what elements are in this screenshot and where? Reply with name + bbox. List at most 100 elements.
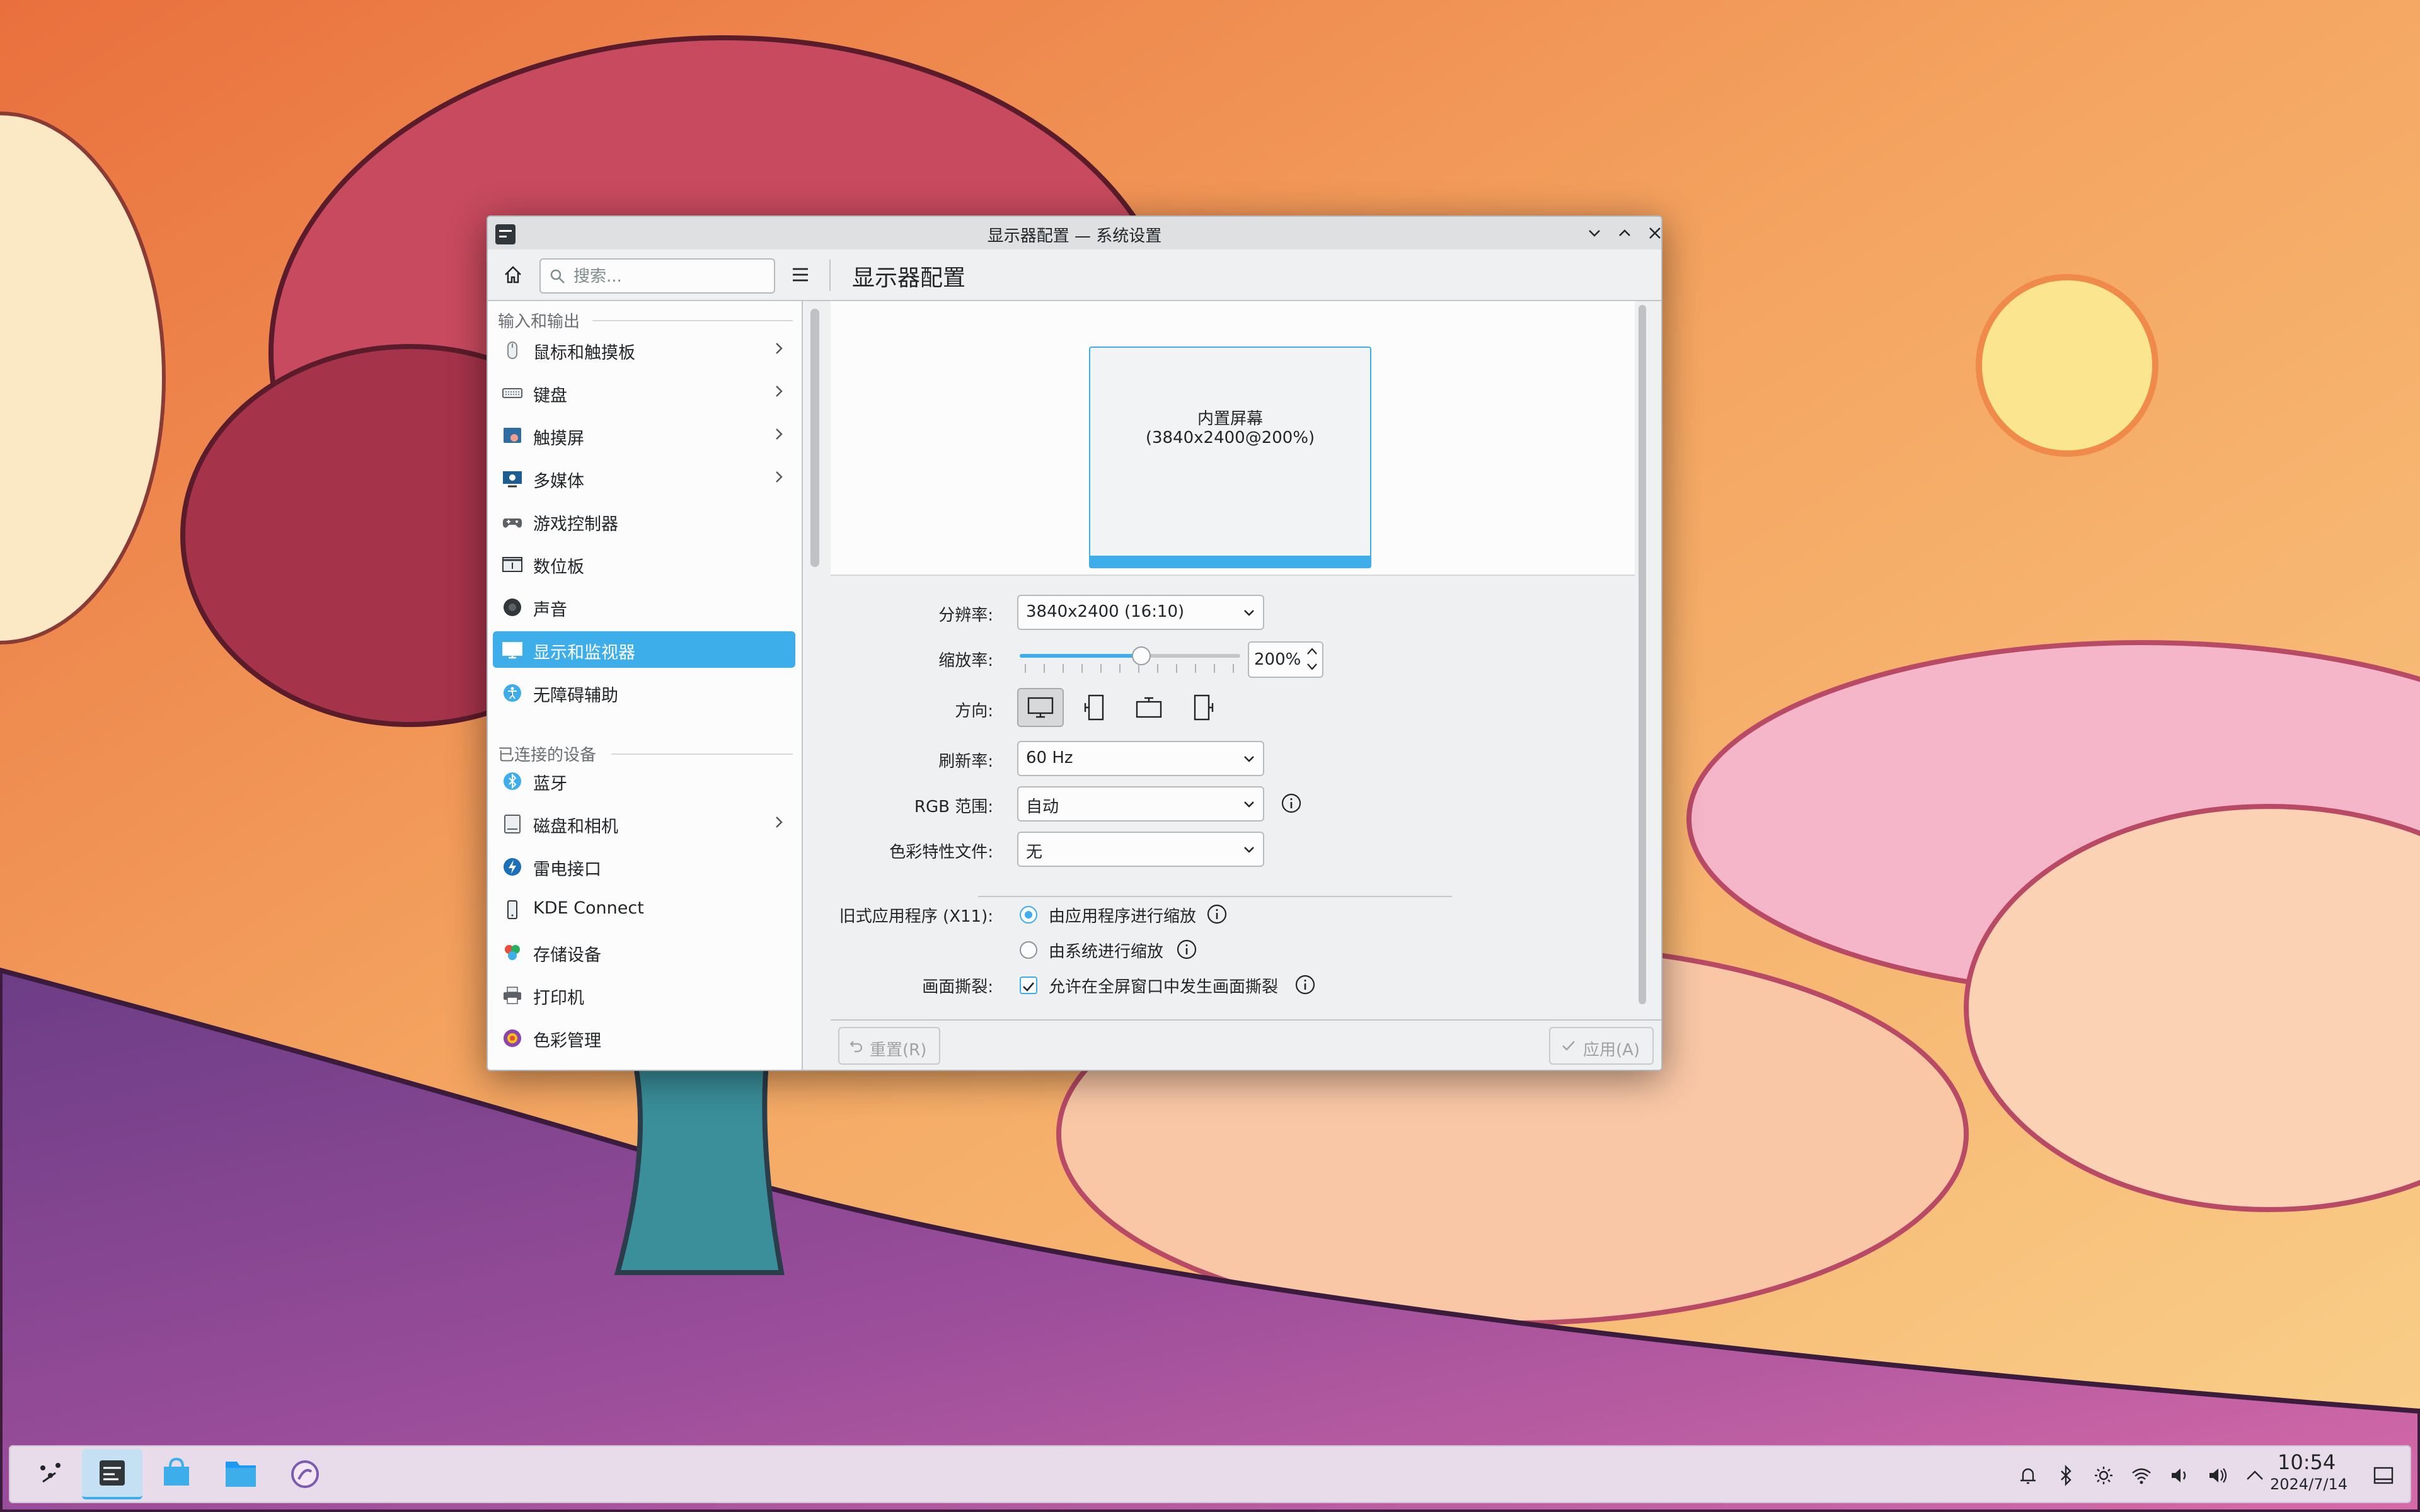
- rgb-range-combobox[interactable]: 自动: [1017, 786, 1264, 822]
- orientation-portrait-left-button[interactable]: [1070, 688, 1117, 727]
- taskbar-discover[interactable]: [146, 1449, 207, 1499]
- sidebar-item-bluetooth[interactable]: 蓝牙: [493, 762, 795, 799]
- legacy-scale-by-system-radio[interactable]: [1020, 941, 1037, 959]
- orientation-portrait-right-button[interactable]: [1181, 688, 1228, 727]
- checkmark-icon: [1023, 982, 1034, 992]
- sidebar-item-disk[interactable]: 磁盘和相机: [493, 805, 795, 842]
- sidebar-item-phone[interactable]: KDE Connect: [493, 891, 795, 927]
- sidebar-item-accessibility[interactable]: 无障碍辅助: [493, 674, 795, 711]
- orientation-label: 方向:: [955, 702, 993, 721]
- sidebar-item-keyboard[interactable]: 键盘: [493, 374, 795, 411]
- orientation-landscape-button[interactable]: [1017, 688, 1064, 727]
- section-header-input-output: 输入和输出: [498, 312, 580, 331]
- taskbar-system-settings[interactable]: [82, 1449, 142, 1499]
- phone-icon: [502, 899, 523, 920]
- refresh-rate-combobox[interactable]: 60 Hz: [1017, 741, 1264, 776]
- spin-down-icon[interactable]: [1306, 662, 1318, 672]
- reset-button[interactable]: 重置(R): [838, 1027, 940, 1065]
- sidebar-scrollbar-thumb[interactable]: [810, 309, 819, 567]
- sidebar-item-label: 磁盘和相机: [533, 817, 618, 837]
- info-icon[interactable]: [1281, 793, 1302, 814]
- clock-time[interactable]: 10:54: [2278, 1450, 2336, 1474]
- info-icon[interactable]: [1206, 903, 1228, 925]
- slider-handle[interactable]: [1131, 646, 1151, 665]
- sidebar-item-label: 显示和监视器: [533, 643, 635, 663]
- legacy-scale-by-app-radio[interactable]: [1020, 906, 1037, 924]
- apply-button[interactable]: 应用(A): [1549, 1027, 1654, 1065]
- bluetooth-icon[interactable]: [2053, 1463, 2078, 1488]
- apply-button-label: 应用(A): [1583, 1041, 1640, 1060]
- home-button[interactable]: [499, 261, 527, 289]
- spin-up-icon[interactable]: [1306, 646, 1318, 656]
- sidebar-item-tablet[interactable]: 数位板: [493, 546, 795, 582]
- flipped-icon: [1136, 697, 1162, 718]
- taskbar-dolphin[interactable]: [210, 1449, 271, 1499]
- minimize-button[interactable]: [1582, 220, 1607, 246]
- monitor-tile-builtin[interactable]: 内置屏幕 (3840x2400@200%): [1089, 346, 1371, 568]
- search-field[interactable]: [539, 258, 775, 294]
- slider-tick: [1025, 664, 1026, 673]
- slider-tick: [1044, 664, 1045, 673]
- sidebar-scrollbar[interactable]: [808, 305, 822, 1070]
- sidebar-item-gamepad[interactable]: 游戏控制器: [493, 503, 795, 539]
- taskbar-app-4[interactable]: [275, 1449, 335, 1499]
- system-settings-window: 显示器配置 — 系统设置 显示器配置 输入和输出 鼠标和触摸板键盘触摸屏多媒体游…: [487, 215, 1662, 1071]
- display-preview-area: 内置屏幕 (3840x2400@200%): [831, 301, 1635, 576]
- sidebar-item-thunderbolt[interactable]: 雷电接口: [493, 848, 795, 885]
- resolution-combobox[interactable]: 3840x2400 (16:10): [1017, 595, 1264, 630]
- wifi-icon[interactable]: [2129, 1463, 2154, 1488]
- legacy-scale-by-app-label[interactable]: 由应用程序进行缩放: [1049, 903, 1196, 927]
- folder-icon: [226, 1462, 256, 1487]
- resolution-label: 分辨率:: [938, 606, 993, 625]
- sidebar-item-speaker[interactable]: 声音: [493, 588, 795, 625]
- sidebar-item-label: 蓝牙: [533, 774, 567, 794]
- search-input[interactable]: [572, 265, 764, 289]
- monitor-resolution: (3840x2400@200%): [1145, 428, 1315, 447]
- window-titlebar[interactable]: 显示器配置 — 系统设置: [488, 217, 1661, 250]
- hamburger-menu-button[interactable]: [786, 261, 814, 289]
- allow-tearing-label[interactable]: 允许在全屏窗口中发生画面撕裂: [1049, 974, 1278, 997]
- sidebar-item-storage[interactable]: 存储设备: [493, 934, 795, 970]
- sidebar-item-color[interactable]: 色彩管理: [493, 1019, 795, 1056]
- content-scrollbar[interactable]: [1635, 301, 1650, 1019]
- legacy-scale-by-system-label[interactable]: 由系统进行缩放: [1049, 939, 1163, 962]
- accessibility-icon: [502, 682, 523, 704]
- slider-tick: [1063, 664, 1064, 673]
- touchscreen-icon: [502, 425, 523, 447]
- scale-spinbox[interactable]: 200%: [1248, 641, 1323, 678]
- sidebar-item-display[interactable]: 显示和监视器: [493, 631, 795, 668]
- disk-icon: [502, 813, 523, 835]
- close-button[interactable]: [1642, 220, 1661, 246]
- app-launcher-button[interactable]: [20, 1449, 81, 1499]
- allow-tearing-checkbox[interactable]: [1020, 976, 1037, 994]
- info-icon[interactable]: [1294, 974, 1316, 995]
- orientation-flipped-button[interactable]: [1126, 688, 1172, 727]
- notifications-icon[interactable]: [2015, 1463, 2041, 1488]
- maximize-button[interactable]: [1612, 220, 1637, 246]
- rgb-range-value: 自动: [1026, 798, 1059, 816]
- discover-icon: [164, 1457, 189, 1486]
- info-icon[interactable]: [1176, 939, 1197, 960]
- volume-icon[interactable]: [2167, 1463, 2192, 1488]
- color-profile-combobox[interactable]: 无: [1017, 832, 1264, 867]
- show-desktop-icon[interactable]: [2371, 1463, 2396, 1488]
- sidebar-item-mouse[interactable]: 鼠标和触摸板: [493, 331, 795, 368]
- keyboard-icon: [502, 382, 523, 404]
- sidebar-item-multimedia[interactable]: 多媒体: [493, 460, 795, 496]
- color-profile-value: 无: [1026, 843, 1043, 862]
- brightness-icon[interactable]: [2091, 1463, 2116, 1488]
- sidebar-item-touchscreen[interactable]: 触摸屏: [493, 417, 795, 454]
- clock-date[interactable]: 2024/7/14: [2270, 1475, 2348, 1493]
- monitor-primary-bar: [1090, 556, 1370, 567]
- media-volume-icon[interactable]: [2204, 1463, 2230, 1488]
- sidebar-item-label: 声音: [533, 600, 567, 620]
- tablet-icon: [502, 554, 523, 575]
- sidebar-item-printer[interactable]: 打印机: [493, 976, 795, 1013]
- content-scrollbar-thumb[interactable]: [1639, 305, 1646, 1004]
- chevron-right-icon: [771, 467, 786, 491]
- resolution-value: 3840x2400 (16:10): [1026, 602, 1185, 621]
- portrait-left-icon: [1084, 694, 1104, 721]
- scale-slider[interactable]: [1020, 641, 1240, 679]
- chevron-down-icon: [1244, 801, 1254, 808]
- tray-expand-icon[interactable]: [2242, 1463, 2267, 1488]
